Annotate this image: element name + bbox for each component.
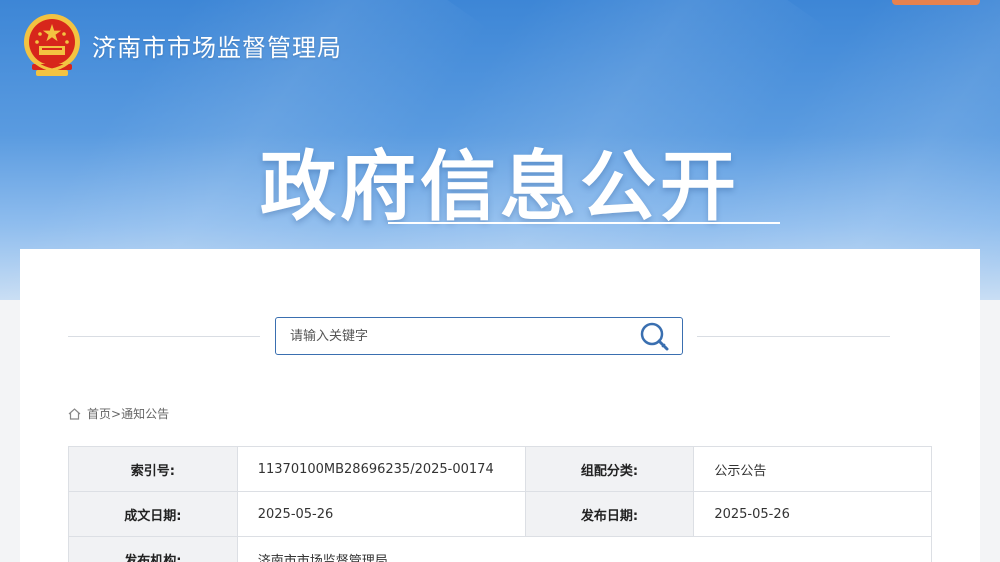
search-divider-left: [68, 336, 260, 337]
national-emblem-icon: [24, 14, 80, 76]
index-number-value: 11370100MB28696235/2025-00174: [236, 446, 526, 492]
index-number-label: 索引号:: [68, 446, 238, 492]
search-divider-right: [697, 336, 890, 337]
publish-date-value: 2025-05-26: [693, 491, 932, 537]
table-row: 成文日期: 2025-05-26 发布日期: 2025-05-26: [68, 491, 932, 537]
breadcrumb-home-link[interactable]: 首页: [87, 405, 111, 422]
content-panel: 首页 > 通知公告 索引号: 11370100MB28696235/2025-0…: [20, 249, 980, 562]
page-title: 政府信息公开: [260, 142, 740, 231]
breadcrumb-current-link[interactable]: 通知公告: [121, 405, 169, 422]
breadcrumb: 首页 > 通知公告: [68, 405, 169, 422]
title-underline: [388, 222, 780, 224]
written-date-label: 成文日期:: [68, 491, 238, 537]
home-icon: [68, 407, 81, 420]
category-value: 公示公告: [693, 446, 932, 492]
info-table: 索引号: 11370100MB28696235/2025-00174 组配分类:…: [68, 446, 933, 562]
magnifier-icon[interactable]: [638, 321, 672, 353]
breadcrumb-separator: >: [111, 406, 122, 421]
site-title: 济南市市场监督管理局: [92, 34, 342, 62]
publisher-label: 发布机构:: [68, 536, 238, 562]
search-box: [275, 317, 683, 355]
top-tab-button[interactable]: [892, 0, 980, 5]
publish-date-label: 发布日期:: [524, 491, 695, 537]
written-date-value: 2025-05-26: [236, 491, 526, 537]
table-row: 发布机构: 济南市市场监督管理局: [68, 536, 933, 562]
publisher-value: 济南市市场监督管理局: [236, 536, 933, 562]
table-row: 索引号: 11370100MB28696235/2025-00174 组配分类:…: [68, 446, 932, 492]
search-input[interactable]: [290, 318, 630, 354]
category-label: 组配分类:: [524, 446, 695, 492]
